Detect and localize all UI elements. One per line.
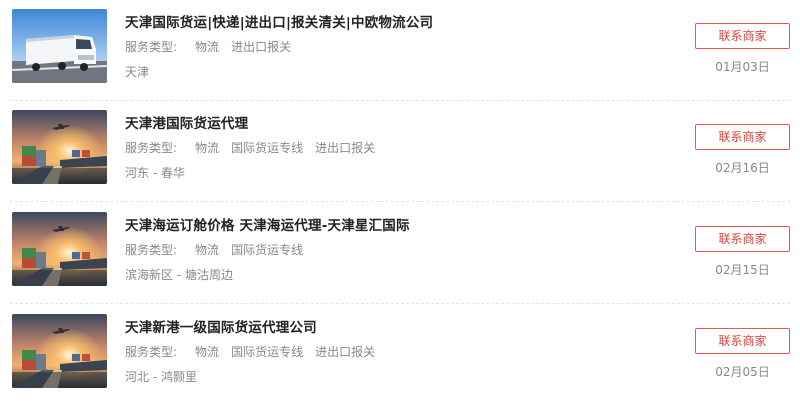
service-types: 服务类型: 物流 进出口报关 (125, 38, 303, 55)
listing-title[interactable]: 天津国际货运|快递|进出口|报关清关|中欧物流公司 (125, 11, 433, 31)
listing-title[interactable]: 天津港国际货运代理 (125, 112, 248, 132)
divider (10, 201, 790, 202)
listing-list: 天津国际货运|快递|进出口|报关清关|中欧物流公司 服务类型: 物流 进出口报关 天… (0, 0, 800, 401)
listing-title[interactable]: 天津新港一级国际货运代理公司 (125, 316, 317, 336)
service-tag: 国际货运专线 (231, 243, 304, 257)
logistics-image (12, 314, 107, 388)
listing-location: 天津 (125, 65, 150, 79)
logistics-image (12, 110, 107, 184)
list-item: 天津海运订舱价格 天津海运代理-天津星汇国际 服务类型: 物流 国际货运专线 滨海新… (0, 203, 800, 304)
service-tag: 国际货运专线 (231, 141, 304, 155)
listing-title[interactable]: 天津海运订舱价格 天津海运代理-天津星汇国际 (125, 214, 410, 234)
service-tag: 物流 (195, 345, 220, 359)
contact-merchant-button[interactable]: 联系商家 (695, 328, 790, 354)
list-item: 天津新港一级国际货运代理公司 服务类型: 物流 国际货运专线 进出口报关 河北 - 鸿… (0, 305, 800, 406)
service-tag: 物流 (195, 40, 220, 54)
listing-date: 02月16日 (715, 161, 770, 175)
listing-date: 02月05日 (715, 365, 770, 379)
service-type-label: 服务类型: (125, 243, 178, 257)
listing-location: 滨海新区 - 塘沽周边 (125, 268, 233, 282)
list-item: 天津国际货运|快递|进出口|报关清关|中欧物流公司 服务类型: 物流 进出口报关 天… (0, 0, 800, 101)
service-tag: 进出口报关 (315, 345, 376, 359)
contact-merchant-button[interactable]: 联系商家 (695, 23, 790, 49)
service-types: 服务类型: 物流 国际货运专线 (125, 241, 315, 258)
service-tag: 国际货运专线 (231, 345, 304, 359)
truck-image (12, 9, 107, 83)
service-type-label: 服务类型: (125, 141, 178, 155)
listing-thumbnail[interactable] (12, 9, 107, 83)
list-item: 天津港国际货运代理 服务类型: 物流 国际货运专线 进出口报关 河东 - 春华 联系商… (0, 101, 800, 202)
listing-thumbnail[interactable] (12, 212, 107, 286)
service-types: 服务类型: 物流 国际货运专线 进出口报关 (125, 343, 387, 360)
service-tag: 进出口报关 (231, 40, 292, 54)
service-tag: 物流 (195, 141, 220, 155)
contact-merchant-button[interactable]: 联系商家 (695, 124, 790, 150)
listing-thumbnail[interactable] (12, 110, 107, 184)
logistics-image (12, 212, 107, 286)
service-tag: 物流 (195, 243, 220, 257)
listing-date: 01月03日 (715, 60, 770, 74)
listing-location: 河北 - 鸿颢里 (125, 370, 197, 384)
service-types: 服务类型: 物流 国际货运专线 进出口报关 (125, 139, 387, 156)
listing-thumbnail[interactable] (12, 314, 107, 388)
contact-merchant-button[interactable]: 联系商家 (695, 226, 790, 252)
service-tag: 进出口报关 (315, 141, 376, 155)
listing-date: 02月15日 (715, 263, 770, 277)
listing-location: 河东 - 春华 (125, 166, 185, 180)
divider (10, 303, 790, 304)
service-type-label: 服务类型: (125, 345, 178, 359)
service-type-label: 服务类型: (125, 40, 178, 54)
